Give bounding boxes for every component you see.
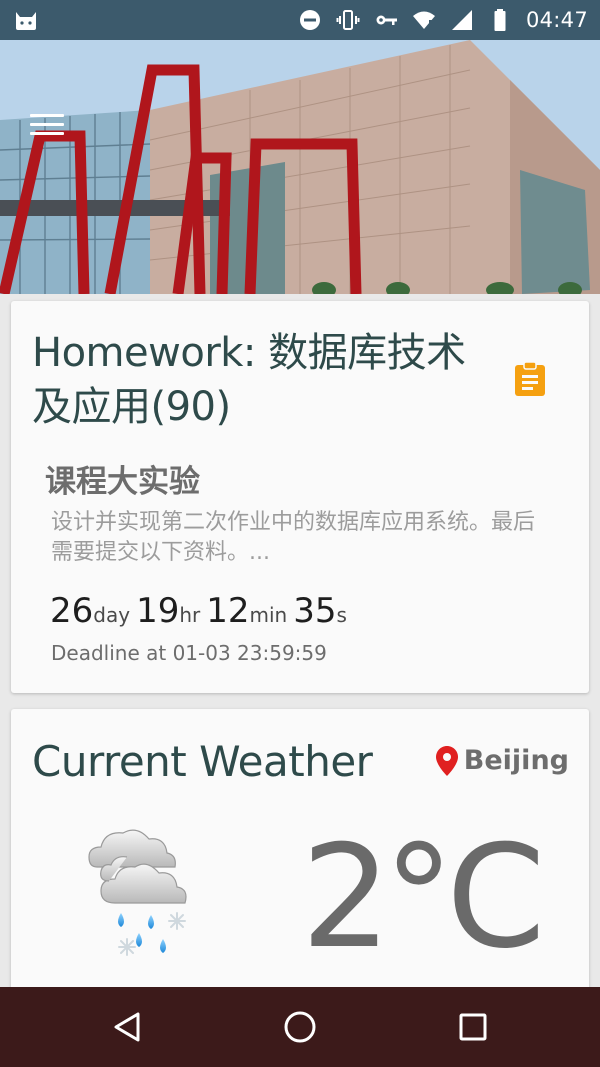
home-icon bbox=[284, 1011, 316, 1043]
header-campus-photo bbox=[0, 40, 600, 294]
countdown-hours: 19 bbox=[136, 591, 180, 631]
screen: 04:47 Homework: 数据库技术及应用(90) 课程大实验 设计并实现… bbox=[0, 0, 600, 1067]
vibrate-icon bbox=[336, 10, 360, 30]
recents-button[interactable] bbox=[443, 997, 503, 1057]
countdown-hours-unit: hr bbox=[179, 603, 201, 627]
homework-card[interactable]: Homework: 数据库技术及应用(90) 课程大实验 设计并实现第二次作业中… bbox=[11, 301, 589, 693]
homework-subtitle: 课程大实验 bbox=[45, 464, 200, 500]
vpn-key-icon bbox=[376, 15, 397, 25]
countdown-minutes: 12 bbox=[206, 591, 250, 631]
countdown-timer: 26day 19hr 12min 35s bbox=[50, 591, 353, 631]
location-pin-icon bbox=[435, 745, 458, 776]
home-button[interactable] bbox=[270, 997, 330, 1057]
clock-time: 04:47 bbox=[525, 8, 588, 32]
wifi-icon bbox=[412, 11, 435, 30]
countdown-seconds: 35 bbox=[293, 591, 337, 631]
battery-icon bbox=[494, 9, 506, 31]
status-bar: 04:47 bbox=[0, 0, 600, 40]
cell-signal-icon bbox=[451, 10, 472, 30]
homework-deadline: Deadline at 01-03 23:59:59 bbox=[51, 641, 327, 665]
system-nav-bar bbox=[0, 987, 600, 1067]
homework-title: Homework: 数据库技术及应用(90) bbox=[32, 330, 466, 430]
cat-app-icon bbox=[16, 12, 36, 30]
hamburger-menu-icon[interactable] bbox=[30, 114, 64, 140]
building-illustration bbox=[0, 40, 600, 294]
countdown-seconds-unit: s bbox=[336, 603, 347, 627]
weather-location-name: Beijing bbox=[463, 745, 569, 776]
weather-temperature: 2°C bbox=[301, 815, 545, 980]
rain-snow-cloud-icon bbox=[88, 829, 187, 956]
weather-location[interactable]: Beijing bbox=[435, 745, 569, 776]
back-icon bbox=[114, 1012, 140, 1042]
countdown-days: 26 bbox=[50, 591, 94, 631]
weather-title: Current Weather bbox=[32, 737, 373, 786]
do-not-disturb-icon bbox=[299, 10, 320, 30]
countdown-days-unit: day bbox=[93, 603, 131, 627]
clipboard-icon[interactable] bbox=[514, 362, 546, 396]
homework-description: 设计并实现第二次作业中的数据库应用系统。最后需要提交以下资料。... bbox=[51, 510, 536, 565]
countdown-minutes-unit: min bbox=[249, 603, 288, 627]
back-button[interactable] bbox=[97, 997, 157, 1057]
recents-icon bbox=[459, 1013, 487, 1041]
